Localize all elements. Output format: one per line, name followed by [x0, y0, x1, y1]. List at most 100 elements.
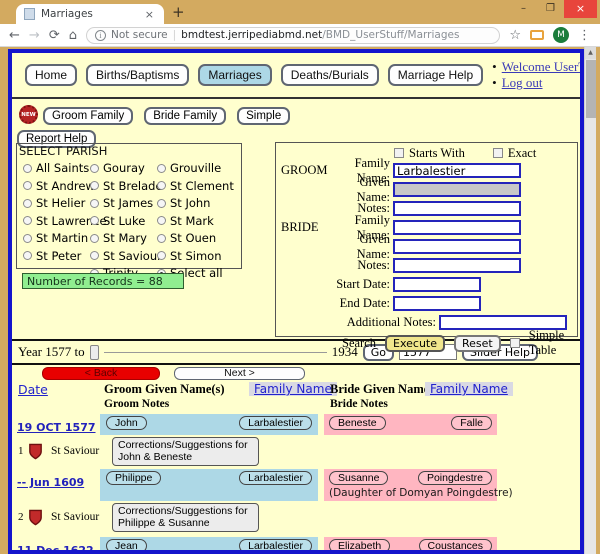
nav-deaths-button[interactable]: Deaths/Burials — [281, 64, 379, 86]
parish-radio-st-simon[interactable]: St Simon — [157, 249, 239, 263]
date-sort-link[interactable]: Date — [18, 382, 48, 397]
parish-radio-st-peter[interactable]: St Peter — [23, 249, 90, 263]
address-bar[interactable]: i Not secure | bmdtest.jerripediabmd.net… — [86, 27, 500, 44]
radio-icon[interactable] — [90, 234, 99, 243]
parish-radio-st-ouen[interactable]: St Ouen — [157, 231, 239, 245]
parish-radio-st-clement[interactable]: St Clement — [157, 179, 239, 193]
radio-icon[interactable] — [157, 251, 166, 260]
nav-marriages-button[interactable]: Marriages — [198, 64, 271, 86]
menu-icon[interactable]: ⋮ — [578, 29, 591, 42]
parish-radio-all-saints[interactable]: All Saints — [23, 161, 90, 175]
record-date-link[interactable]: -- Jun 1609 — [17, 476, 84, 489]
radio-icon[interactable] — [23, 199, 32, 208]
back-button[interactable]: < Back — [42, 367, 160, 380]
bride-family-button[interactable]: Coustances — [419, 539, 492, 551]
info-icon[interactable]: i — [95, 30, 106, 41]
scroll-up-icon[interactable]: ▲ — [585, 47, 596, 59]
forward-icon[interactable]: → — [29, 29, 40, 42]
radio-icon[interactable] — [90, 199, 99, 208]
radio-icon[interactable] — [157, 164, 166, 173]
parish-radio-st-james[interactable]: St James — [90, 196, 157, 210]
corrections-button[interactable]: Corrections/Suggestions for Philippe & S… — [112, 503, 259, 532]
radio-icon[interactable] — [90, 251, 99, 260]
exact-checkbox[interactable] — [493, 148, 503, 158]
bride-notes-input[interactable] — [393, 258, 521, 273]
parish-radio-st-john[interactable]: St John — [157, 196, 239, 210]
parish-radio-st-mark[interactable]: St Mark — [157, 214, 239, 228]
profile-avatar[interactable]: M — [553, 27, 569, 43]
reset-button[interactable]: Reset — [454, 335, 501, 352]
groom-notes-input[interactable] — [393, 201, 521, 216]
parish-radio-st-luke[interactable]: St Luke — [90, 214, 157, 228]
groom-given-button[interactable]: Jean — [106, 539, 147, 551]
groom-given-button[interactable]: John — [106, 416, 147, 430]
end-date-input[interactable] — [393, 296, 481, 311]
logout-link[interactable]: Log out — [502, 75, 543, 90]
groom-family-sort-link[interactable]: Family Name — [249, 382, 337, 396]
bride-family-name-input[interactable] — [393, 220, 521, 235]
bride-given-button[interactable]: Susanne — [329, 471, 388, 485]
bride-given-button[interactable]: Elizabeth — [329, 539, 390, 551]
parish-radio-st-lawrence[interactable]: St Lawrence — [23, 214, 90, 228]
back-icon[interactable]: ← — [9, 29, 20, 42]
starts-with-checkbox[interactable] — [394, 148, 404, 158]
radio-icon[interactable] — [23, 164, 32, 173]
bride-family-button[interactable]: Poingdestre — [418, 471, 492, 485]
bookmark-folder-icon[interactable] — [530, 30, 544, 40]
bride-family-sort-link[interactable]: Family Name — [425, 382, 513, 396]
record-date-link[interactable]: 11 Dec 1622 — [17, 544, 94, 551]
radio-icon[interactable] — [157, 234, 166, 243]
browser-tab[interactable]: Marriages × — [16, 4, 164, 24]
record-date-link[interactable]: 19 OCT 1577 — [17, 421, 96, 434]
bookmark-star-icon[interactable]: ☆ — [509, 29, 521, 42]
scrollbar-thumb[interactable] — [586, 60, 596, 118]
bride-given-name-input[interactable] — [393, 239, 521, 254]
nav-home-button[interactable]: Home — [25, 64, 77, 86]
reload-icon[interactable]: ⟳ — [49, 29, 60, 42]
radio-icon[interactable] — [157, 216, 166, 225]
welcome-link[interactable]: Welcome UserTest — [502, 59, 584, 74]
parish-radio-gouray[interactable]: Gouray — [90, 161, 157, 175]
parish-radio-st-saviour[interactable]: St Saviour — [90, 249, 157, 263]
radio-icon[interactable] — [157, 181, 166, 190]
radio-icon[interactable] — [157, 199, 166, 208]
groom-family-button[interactable]: Groom Family — [43, 107, 133, 125]
year-slider-handle[interactable] — [90, 345, 99, 360]
radio-icon[interactable] — [23, 251, 32, 260]
radio-icon[interactable] — [23, 181, 32, 190]
groom-family-name-input[interactable] — [393, 163, 521, 178]
bride-family-button[interactable]: Bride Family — [144, 107, 226, 125]
radio-icon[interactable] — [90, 164, 99, 173]
simple-table-checkbox[interactable] — [510, 338, 520, 348]
start-date-input[interactable] — [393, 277, 481, 292]
parish-radio-st-brelade[interactable]: St Brelade — [90, 179, 157, 193]
corrections-button[interactable]: Corrections/Suggestions for John & Benes… — [112, 437, 259, 466]
home-icon[interactable]: ⌂ — [69, 29, 77, 42]
new-tab-button[interactable]: + — [172, 3, 185, 21]
maximize-button[interactable]: ❐ — [537, 0, 564, 18]
simple-button[interactable]: Simple — [237, 107, 290, 125]
minimize-button[interactable]: – — [510, 0, 537, 18]
close-window-button[interactable]: × — [564, 0, 597, 18]
groom-given-name-input[interactable] — [393, 182, 521, 197]
radio-icon[interactable] — [23, 216, 32, 225]
parish-radio-st-mary[interactable]: St Mary — [90, 231, 157, 245]
parish-radio-st-martin[interactable]: St Martin — [23, 231, 90, 245]
parish-radio-st-helier[interactable]: St Helier — [23, 196, 90, 210]
tab-close-icon[interactable]: × — [143, 8, 156, 21]
parish-radio-st-andrew[interactable]: St Andrew — [23, 179, 90, 193]
scrollbar[interactable]: ▲ — [584, 47, 596, 554]
bride-family-button[interactable]: Falle — [451, 416, 492, 430]
groom-family-button[interactable]: Larbalestier — [239, 416, 312, 430]
bride-given-button[interactable]: Beneste — [329, 416, 386, 430]
parish-radio-grouville[interactable]: Grouville — [157, 161, 239, 175]
nav-marriage-help-button[interactable]: Marriage Help — [388, 64, 483, 86]
nav-births-button[interactable]: Births/Baptisms — [86, 64, 189, 86]
groom-family-button[interactable]: Larbalestier — [239, 539, 312, 551]
radio-icon[interactable] — [90, 181, 99, 190]
radio-icon[interactable] — [23, 234, 32, 243]
groom-given-button[interactable]: Philippe — [106, 471, 161, 485]
next-button[interactable]: Next > — [174, 367, 305, 380]
execute-button[interactable]: Execute — [385, 335, 445, 352]
radio-icon[interactable] — [90, 216, 99, 225]
